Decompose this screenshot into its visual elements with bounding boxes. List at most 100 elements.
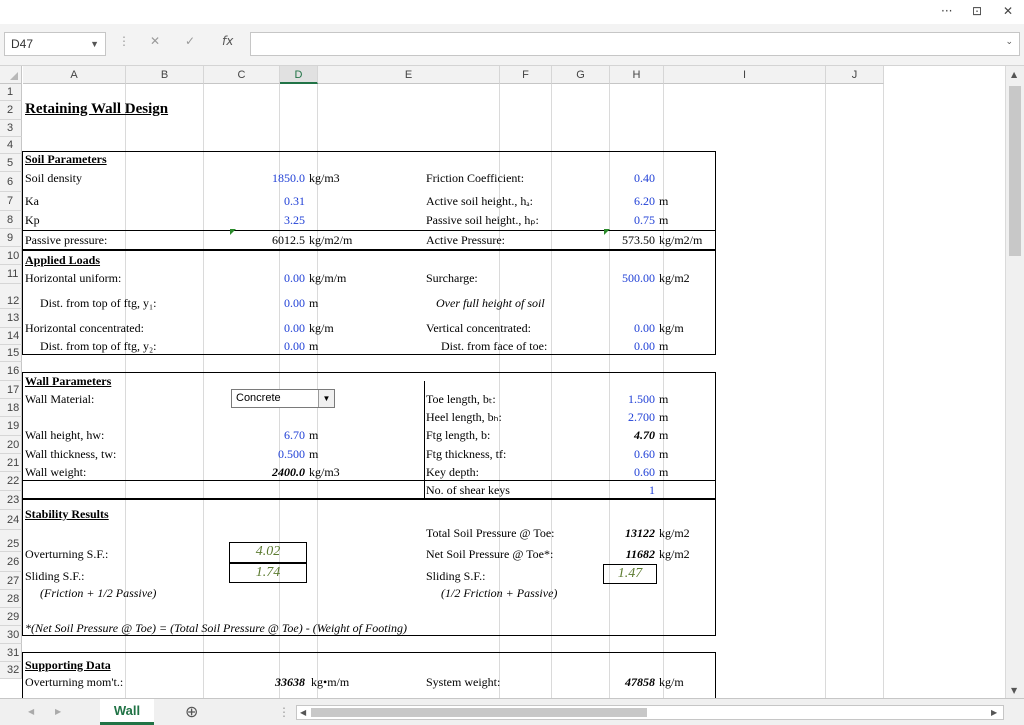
row-header[interactable]: 24	[0, 510, 22, 530]
column-header-b[interactable]: B	[126, 66, 204, 84]
row-header[interactable]: 2	[0, 101, 22, 120]
wall-weight-label: Wall weight:	[25, 465, 87, 479]
cancel-icon[interactable]: ✕	[150, 34, 160, 48]
section-stability-results: Stability Results	[25, 507, 109, 521]
wall-material-dropdown[interactable]: Concrete ▼	[231, 389, 335, 408]
row-header[interactable]: 8	[0, 211, 22, 229]
scroll-left-icon[interactable]: ◀	[300, 708, 306, 717]
add-sheet-icon[interactable]: ⊕	[185, 702, 198, 721]
chevron-down-icon[interactable]: ▼	[90, 33, 99, 55]
soil-density-unit: kg/m3	[309, 171, 340, 185]
row-header[interactable]: 28	[0, 590, 22, 608]
restore-icon[interactable]: ⊡	[972, 4, 982, 18]
key-depth-unit: m	[659, 465, 669, 479]
active-height-value[interactable]: 6.20	[604, 194, 655, 208]
row-header[interactable]: 1	[0, 84, 22, 101]
row-header[interactable]: 13	[0, 309, 22, 328]
row-header[interactable]: 27	[0, 572, 22, 590]
vertical-scrollbar[interactable]: ▲ ▼	[1005, 66, 1024, 698]
prev-sheet-icon[interactable]: ◀	[28, 707, 34, 716]
horiz-uniform-value[interactable]: 0.00	[232, 271, 305, 285]
vertical-scroll-thumb[interactable]	[1009, 86, 1021, 256]
vert-conc-value[interactable]: 0.00	[604, 321, 655, 335]
row-header[interactable]: 26	[0, 552, 22, 572]
scroll-right-icon[interactable]: ▶	[991, 708, 997, 717]
column-header-g[interactable]: G	[552, 66, 610, 84]
row-header[interactable]: 12	[0, 284, 22, 309]
select-all-button[interactable]	[0, 66, 22, 84]
horizontal-scrollbar[interactable]: ◀ ▶	[296, 705, 1004, 720]
drag-handle-icon[interactable]: ⋮	[278, 705, 290, 719]
wall-height-value[interactable]: 6.70	[232, 428, 305, 442]
dist-face-value[interactable]: 0.00	[604, 339, 655, 353]
column-header-e[interactable]: E	[318, 66, 500, 84]
soil-density-value[interactable]: 1850.0	[232, 171, 305, 185]
column-header-i[interactable]: I	[664, 66, 826, 84]
column-header-h[interactable]: H	[610, 66, 664, 84]
row-header[interactable]: 10	[0, 247, 22, 265]
row-header[interactable]: 29	[0, 608, 22, 626]
chevron-down-icon[interactable]: ▼	[318, 390, 334, 407]
horiz-conc-value[interactable]: 0.00	[232, 321, 305, 335]
window-title-bar: ··· ⊡ ✕	[0, 0, 1024, 24]
scroll-down-icon[interactable]: ▼	[1011, 686, 1017, 695]
close-icon[interactable]: ✕	[1003, 4, 1013, 18]
row-header[interactable]: 30	[0, 626, 22, 644]
row-header[interactable]: 19	[0, 417, 22, 436]
gridline	[825, 84, 826, 698]
kp-value[interactable]: 3.25	[232, 213, 305, 227]
row-header[interactable]: 3	[0, 120, 22, 137]
row-header[interactable]: 17	[0, 381, 22, 399]
dist-y1-value[interactable]: 0.00	[232, 296, 305, 310]
sliding-label: Sliding S.F.:	[25, 569, 85, 583]
passive-height-value[interactable]: 0.75	[604, 213, 655, 227]
column-header-a[interactable]: A	[23, 66, 126, 84]
column-header-c[interactable]: C	[204, 66, 280, 84]
row-header[interactable]: 21	[0, 454, 22, 472]
shear-keys-value[interactable]: 1	[604, 483, 655, 497]
heel-length-unit: m	[659, 410, 669, 424]
key-depth-value[interactable]: 0.60	[604, 465, 655, 479]
row-header[interactable]: 11	[0, 265, 22, 284]
ka-value[interactable]: 0.31	[232, 194, 305, 208]
row-header[interactable]: 32	[0, 662, 22, 679]
surcharge-value[interactable]: 500.00	[604, 271, 655, 285]
sheet-title: Retaining Wall Design	[25, 101, 169, 117]
column-header-d[interactable]: D	[280, 66, 318, 84]
column-header-j[interactable]: J	[826, 66, 884, 84]
row-header[interactable]: 9	[0, 229, 22, 247]
ftg-thickness-value[interactable]: 0.60	[604, 447, 655, 461]
row-header[interactable]: 14	[0, 328, 22, 345]
wall-thickness-value[interactable]: 0.500	[232, 447, 305, 461]
row-header[interactable]: 5	[0, 154, 22, 172]
row-header[interactable]: 6	[0, 172, 22, 192]
active-pressure-unit: kg/m2/m	[659, 233, 703, 247]
toe-length-value[interactable]: 1.500	[604, 392, 655, 406]
name-box[interactable]: D47 ▼	[4, 32, 106, 56]
row-header[interactable]: 23	[0, 491, 22, 510]
row-header[interactable]: 31	[0, 644, 22, 662]
row-header[interactable]: 7	[0, 192, 22, 211]
row-header[interactable]: 22	[0, 472, 22, 491]
dist-y2-value[interactable]: 0.00	[232, 339, 305, 353]
horizontal-scroll-thumb[interactable]	[311, 708, 647, 717]
more-options-icon[interactable]: ···	[941, 4, 952, 18]
column-header-f[interactable]: F	[500, 66, 552, 84]
row-header[interactable]: 20	[0, 436, 22, 454]
scroll-up-icon[interactable]: ▲	[1011, 70, 1017, 79]
friction-coef-value[interactable]: 0.40	[604, 171, 655, 185]
next-sheet-icon[interactable]: ▶	[55, 707, 61, 716]
enter-icon[interactable]: ✓	[185, 34, 195, 48]
sheet-tab-wall[interactable]: Wall	[100, 699, 154, 725]
heel-length-value[interactable]: 2.700	[604, 410, 655, 424]
row-header[interactable]: 25	[0, 530, 22, 552]
function-icon[interactable]: fx	[222, 34, 233, 48]
wall-thickness-label: Wall thickness, tw:	[25, 447, 117, 461]
row-header[interactable]: 18	[0, 399, 22, 417]
formula-input[interactable]: ⌄	[250, 32, 1020, 56]
row-header[interactable]: 16	[0, 362, 22, 381]
row-header[interactable]: 4	[0, 137, 22, 154]
expand-formula-icon[interactable]: ⌄	[1005, 37, 1013, 47]
spreadsheet-grid[interactable]: ABCDEFGHIJ 1 2 3 4 5 6 7 8 9 10 11 12 13 14 15 16 17 18 19…	[0, 66, 1005, 698]
row-header[interactable]: 15	[0, 345, 22, 362]
